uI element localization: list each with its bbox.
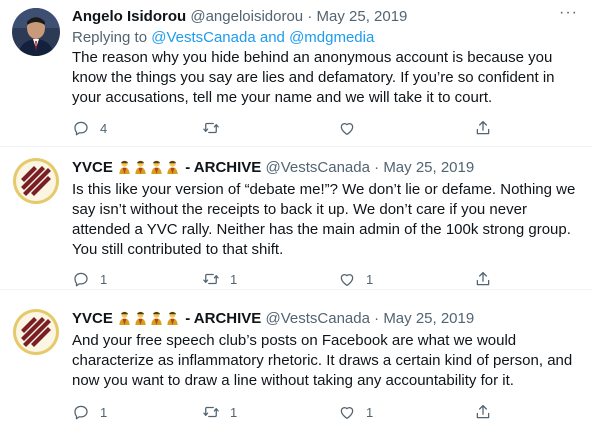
retweet-icon (203, 122, 219, 134)
separator-dot: · (374, 310, 380, 327)
share-icon (476, 271, 490, 286)
reply-icon (74, 405, 88, 420)
tweet-text: And your free speech club’s posts on Fac… (72, 332, 573, 389)
share-button[interactable] (474, 402, 492, 422)
vest-person-emoji (167, 160, 178, 174)
like-count: 1 (366, 271, 374, 287)
like-button[interactable] (338, 118, 366, 138)
tweet[interactable]: Angelo Isidorou @angeloisidorou · May 25… (0, 0, 592, 146)
like-count: 1 (366, 404, 374, 420)
retweet-count: 1 (230, 404, 238, 420)
tweet-date[interactable]: May 25, 2019 (383, 310, 474, 327)
replying-to-line: Replying to @VestsCanada and @mdgmedia (72, 28, 374, 48)
vest-person-emoji (151, 311, 162, 325)
reply-icon (74, 272, 88, 287)
retweet-icon (203, 406, 219, 418)
more-icon[interactable]: ··· (559, 4, 578, 22)
reply-button[interactable]: 4 (72, 118, 107, 138)
reply-button[interactable]: 1 (72, 269, 107, 289)
vest-person-emoji (151, 160, 162, 174)
tweet-header: YVCE - ARCHIVE @VestsCanada · May 25, 20… (72, 308, 592, 330)
vest-emoji-group (117, 310, 185, 327)
mention-link[interactable]: @mdgmedia (289, 29, 374, 46)
user-handle[interactable]: @VestsCanada (266, 310, 370, 327)
action-bar: 1 1 1 (72, 402, 512, 422)
vest-person-emoji (119, 160, 130, 174)
tweet-date[interactable]: May 25, 2019 (317, 8, 408, 25)
retweet-button[interactable]: 1 (202, 269, 237, 289)
avatar[interactable] (12, 8, 60, 56)
like-icon (340, 407, 354, 420)
user-photo (12, 8, 60, 56)
share-icon (476, 404, 490, 419)
like-icon (340, 123, 354, 136)
vest-person-emoji (135, 311, 146, 325)
yvc-logo (13, 309, 59, 355)
tweet[interactable]: YVCE - ARCHIVE @VestsCanada · May 25, 20… (0, 147, 592, 289)
like-button[interactable]: 1 (338, 402, 373, 422)
reply-icon (74, 121, 88, 136)
tweet-date[interactable]: May 25, 2019 (383, 159, 474, 176)
replying-and: and (259, 29, 285, 46)
reply-count: 1 (100, 404, 108, 420)
reply-button[interactable]: 1 (72, 402, 107, 422)
share-button[interactable] (474, 269, 492, 289)
share-icon (476, 120, 490, 135)
tweet-text: The reason why you hide behind an anonym… (72, 49, 555, 106)
yvc-logo (13, 158, 59, 204)
vest-person-emoji (167, 311, 178, 325)
vest-emoji-group (117, 159, 185, 176)
separator-dot: · (374, 159, 380, 176)
tweet-text: Is this like your version of “debate me!… (72, 181, 576, 258)
replying-prefix: Replying to (72, 29, 148, 46)
tweet[interactable]: YVCE - ARCHIVE @VestsCanada · May 25, 20… (0, 290, 592, 434)
display-name-suffix[interactable]: - ARCHIVE (185, 159, 261, 176)
action-bar: 4 (72, 118, 512, 138)
reply-count: 1 (100, 271, 108, 287)
retweet-button[interactable]: 1 (202, 402, 237, 422)
retweet-button[interactable] (202, 118, 230, 138)
share-button[interactable] (474, 118, 492, 138)
separator-dot: · (307, 8, 313, 25)
mention-link[interactable]: @VestsCanada (151, 29, 255, 46)
display-name-suffix[interactable]: - ARCHIVE (185, 310, 261, 327)
user-handle[interactable]: @VestsCanada (266, 159, 370, 176)
avatar[interactable] (12, 157, 60, 205)
vest-person-emoji (119, 311, 130, 325)
user-handle[interactable]: @angeloisidorou (190, 8, 303, 25)
retweet-count: 1 (230, 271, 238, 287)
display-name[interactable]: YVCE (72, 310, 113, 327)
action-bar: 1 1 1 (72, 269, 512, 289)
retweet-icon (203, 273, 219, 285)
like-button[interactable]: 1 (338, 269, 373, 289)
tweet-header: Angelo Isidorou @angeloisidorou · May 25… (72, 6, 592, 28)
display-name[interactable]: Angelo Isidorou (72, 8, 186, 25)
avatar[interactable] (12, 308, 60, 356)
tweet-header: YVCE - ARCHIVE @VestsCanada · May 25, 20… (72, 157, 592, 179)
like-icon (340, 274, 354, 287)
vest-person-emoji (135, 160, 146, 174)
display-name[interactable]: YVCE (72, 159, 113, 176)
reply-count: 4 (100, 120, 108, 136)
